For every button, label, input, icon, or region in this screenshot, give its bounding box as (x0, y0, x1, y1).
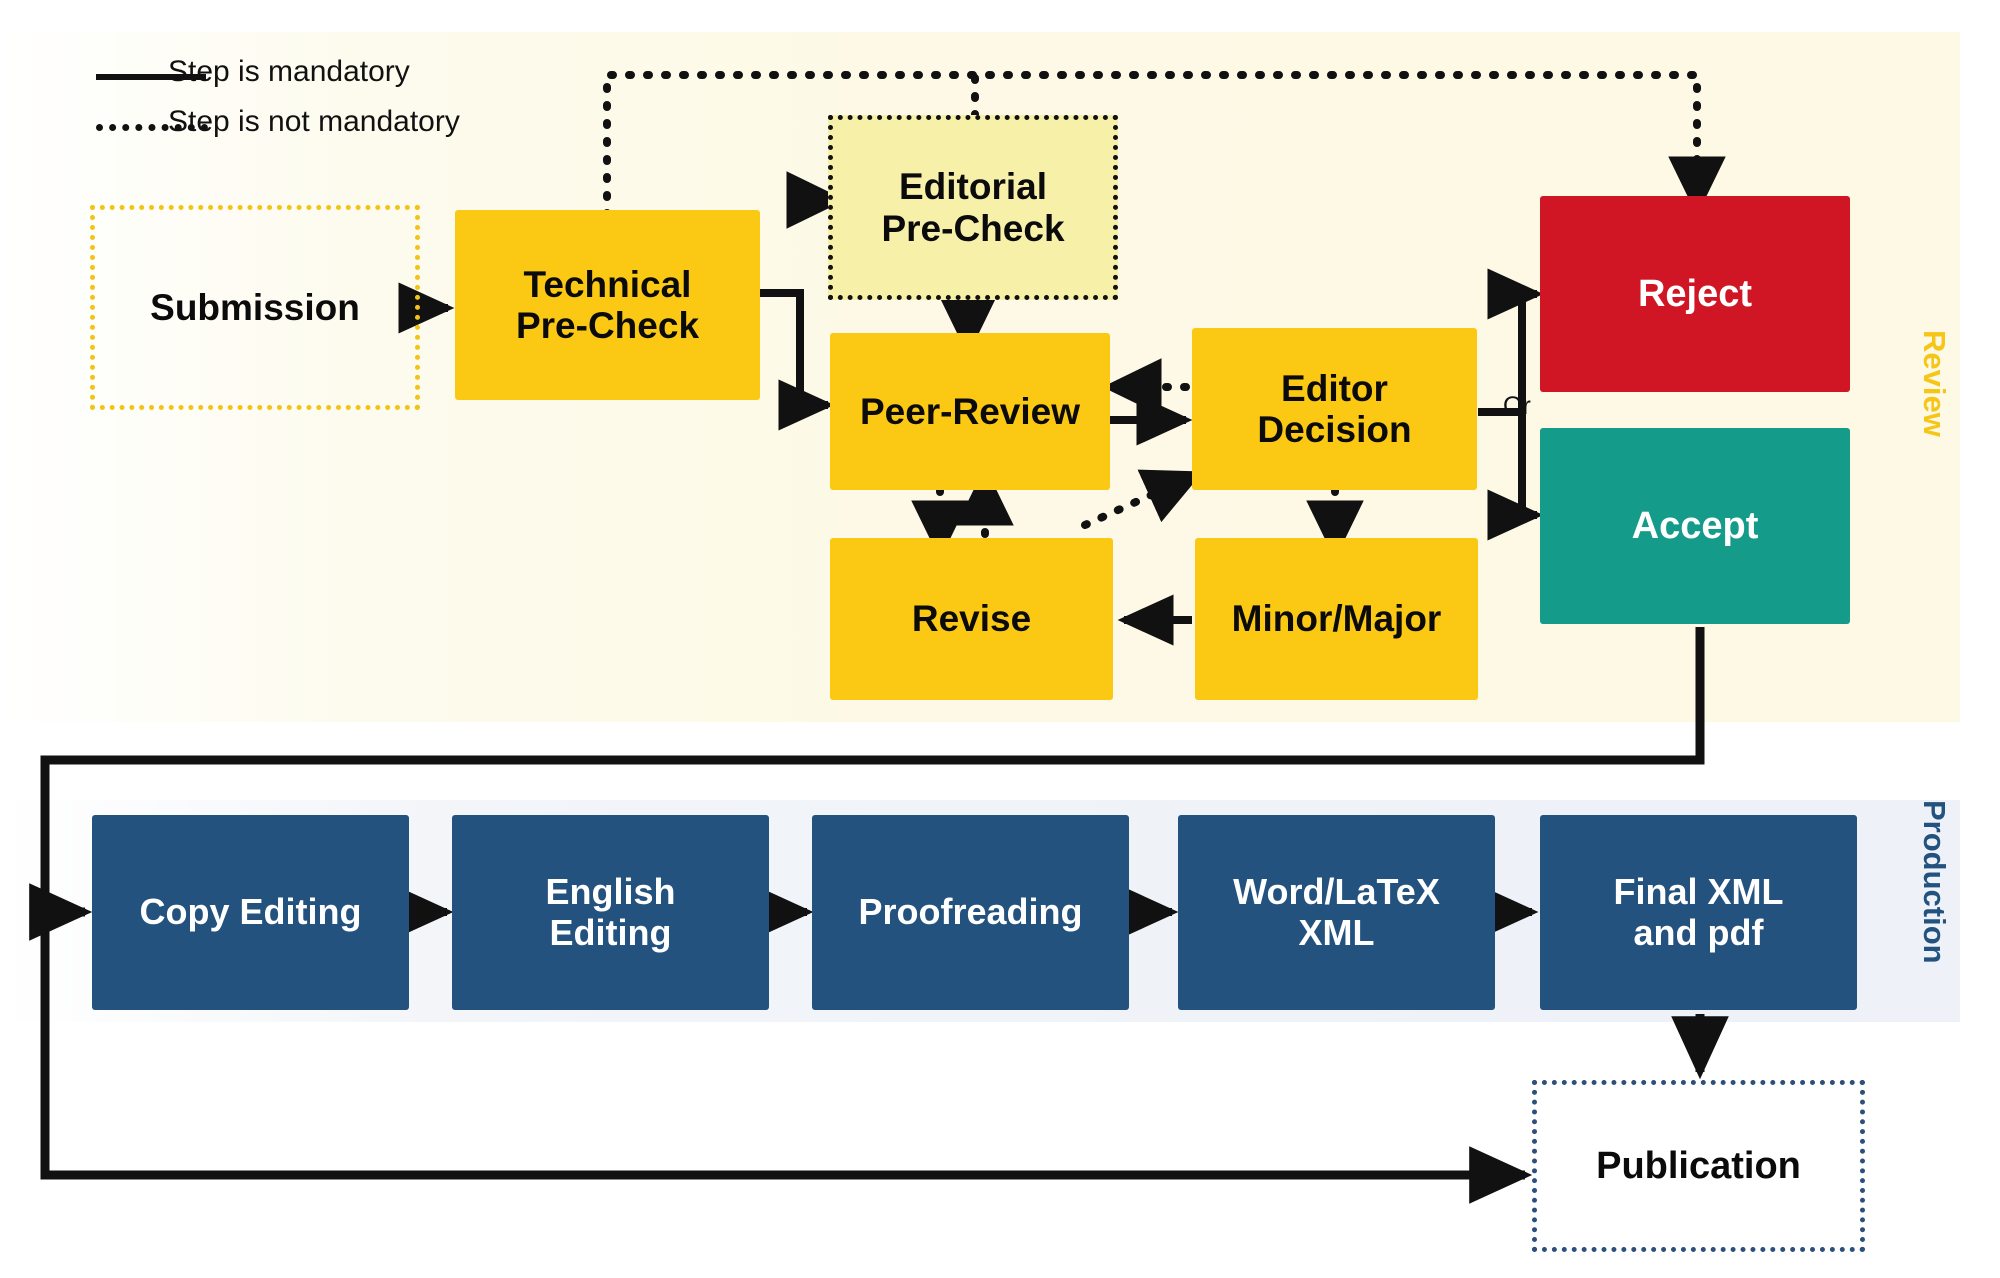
legend: Step is mandatory Step is not mandatory (50, 55, 570, 155)
node-copy-editing[interactable]: Copy Editing (92, 815, 409, 1010)
region-label-production: Production (1917, 800, 1952, 964)
node-reject[interactable]: Reject (1540, 196, 1850, 392)
node-peer-review[interactable]: Peer-Review (830, 333, 1110, 490)
node-accept[interactable]: Accept (1540, 428, 1850, 624)
edge-technical-to-reject-dotted (603, 71, 1726, 219)
legend-item-mandatory: Step is mandatory (50, 55, 570, 105)
edge-technical-to-peerreview (760, 289, 835, 431)
node-editorial-precheck[interactable]: Editorial Pre-Check (828, 115, 1118, 300)
node-editor-decision[interactable]: Editor Decision (1192, 328, 1477, 490)
edge-editordecision-branch-to-accept (1487, 412, 1544, 541)
node-revise[interactable]: Revise (830, 538, 1113, 700)
flowchart-canvas: Step is mandatory Step is not mandatory … (0, 0, 2000, 1278)
node-english-editing[interactable]: English Editing (452, 815, 769, 1010)
node-final-xml-pdf[interactable]: Final XML and pdf (1540, 815, 1857, 1010)
legend-item-not-mandatory: Step is not mandatory (50, 105, 570, 155)
legend-label-mandatory: Step is mandatory (168, 55, 410, 88)
node-word-latex-xml[interactable]: Word/LaTeX XML (1178, 815, 1495, 1010)
node-proofreading[interactable]: Proofreading (812, 815, 1129, 1010)
or-label: Or (1503, 392, 1531, 420)
region-label-review: Review (1917, 330, 1952, 437)
node-submission[interactable]: Submission (90, 205, 420, 410)
node-technical-precheck[interactable]: Technical Pre-Check (455, 210, 760, 400)
legend-label-not-mandatory: Step is not mandatory (168, 105, 460, 138)
node-publication[interactable]: Publication (1532, 1080, 1865, 1252)
node-minor-major[interactable]: Minor/Major (1195, 538, 1478, 700)
